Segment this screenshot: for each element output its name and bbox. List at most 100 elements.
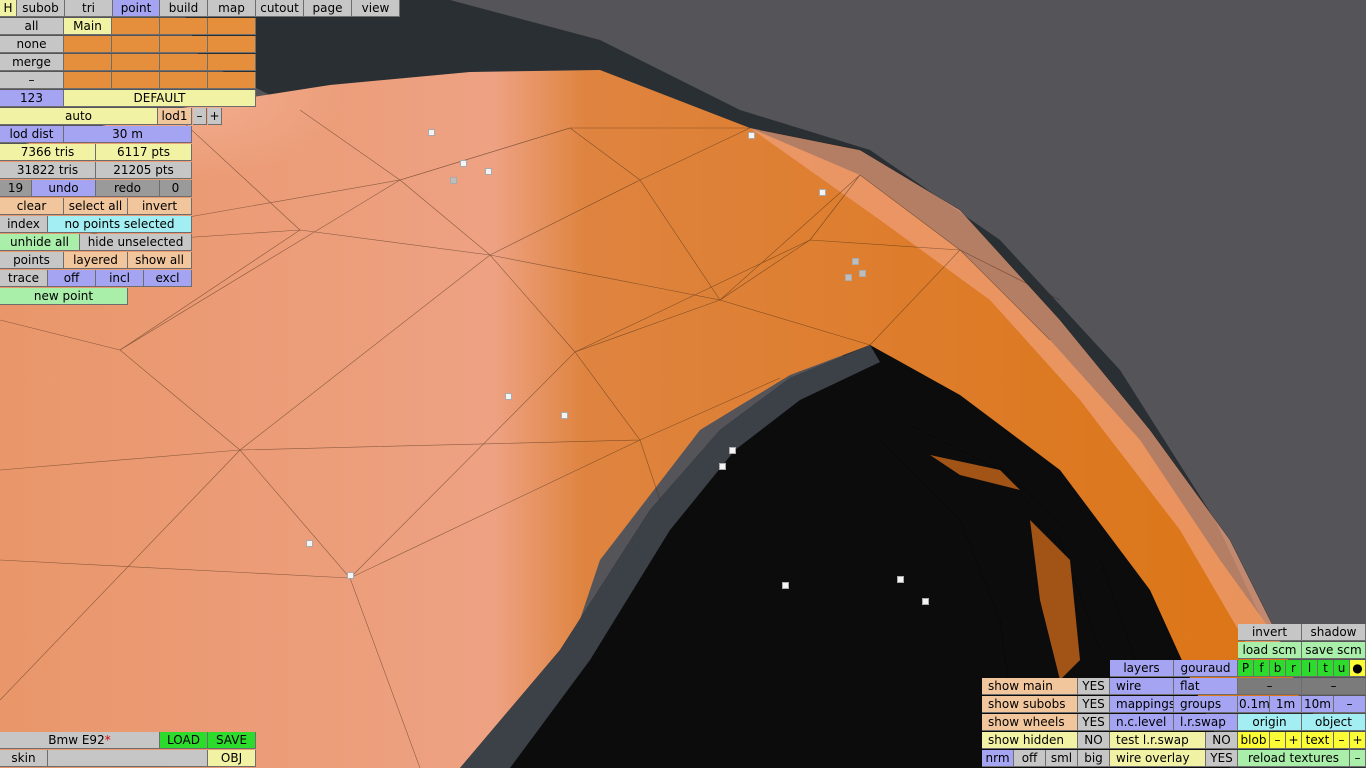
new-point-button[interactable]: new point (0, 288, 128, 305)
mappings-button[interactable]: mappings (1110, 696, 1174, 713)
number-button[interactable]: 123 (0, 90, 64, 107)
hide-unselected-button[interactable]: hide unselected (80, 234, 192, 251)
mesh-point[interactable] (819, 189, 826, 196)
skin-field[interactable] (48, 750, 208, 767)
view-t-button[interactable]: t (1318, 660, 1334, 677)
dash-button-1[interactable]: – (1238, 678, 1302, 695)
normals-off-button[interactable]: off (1014, 750, 1046, 767)
lr-swap-button[interactable]: l.r.swap (1174, 714, 1238, 731)
subob-slot[interactable] (64, 72, 112, 89)
mesh-point[interactable] (922, 598, 929, 605)
help-button[interactable]: H (0, 0, 17, 17)
mesh-point[interactable] (561, 412, 568, 419)
show-all-button[interactable]: show all (128, 252, 192, 269)
subob-main[interactable]: Main (64, 18, 112, 35)
dash-button[interactable]: – (0, 72, 64, 89)
gouraud-button[interactable]: gouraud (1174, 660, 1238, 677)
default-button[interactable]: DEFAULT (64, 90, 256, 107)
subob-slot[interactable] (112, 36, 160, 53)
subob-slot[interactable] (208, 36, 256, 53)
mesh-point[interactable] (782, 582, 789, 589)
obj-button[interactable]: OBJ (208, 750, 256, 767)
layers-button[interactable]: layers (1110, 660, 1174, 677)
show-subobs-toggle[interactable]: YES (1078, 696, 1110, 713)
lod-plus-button[interactable]: + (208, 108, 222, 125)
subob-slot[interactable] (112, 18, 160, 35)
tab-point[interactable]: point (113, 0, 160, 17)
select-all-button[interactable]: select all (64, 198, 128, 215)
view-p-button[interactable]: P (1238, 660, 1254, 677)
show-main-label[interactable]: show main (982, 678, 1078, 695)
subob-slot[interactable] (208, 18, 256, 35)
tab-map[interactable]: map (208, 0, 256, 17)
file-name-field[interactable]: Bmw E92* (0, 732, 160, 749)
skin-button[interactable]: skin (0, 750, 48, 767)
mesh-point[interactable] (729, 447, 736, 454)
view-f-button[interactable]: f (1254, 660, 1270, 677)
normals-nrm-button[interactable]: nrm (982, 750, 1014, 767)
nc-level-button[interactable]: n.c.level (1110, 714, 1174, 731)
mesh-point[interactable] (859, 270, 866, 277)
tab-page[interactable]: page (304, 0, 352, 17)
show-hidden-toggle[interactable]: NO (1078, 732, 1110, 749)
wire-overlay-label[interactable]: wire overlay (1110, 750, 1206, 767)
normals-big-button[interactable]: big (1078, 750, 1110, 767)
invert-view-button[interactable]: invert (1238, 624, 1302, 641)
load-scm-button[interactable]: load scm (1238, 642, 1302, 659)
show-wheels-label[interactable]: show wheels (982, 714, 1078, 731)
trace-excl-button[interactable]: excl (144, 270, 192, 287)
text-minus-button[interactable]: – (1334, 732, 1350, 749)
load-button[interactable]: LOAD (160, 732, 208, 749)
subob-slot[interactable] (112, 54, 160, 71)
mesh-point[interactable] (719, 463, 726, 470)
mesh-point[interactable] (347, 572, 354, 579)
flat-button[interactable]: flat (1174, 678, 1238, 695)
unhide-all-button[interactable]: unhide all (0, 234, 80, 251)
subob-slot[interactable] (64, 54, 112, 71)
subob-slot[interactable] (208, 54, 256, 71)
show-wheels-toggle[interactable]: YES (1078, 714, 1110, 731)
scale-0-1m-button[interactable]: 0.1m (1238, 696, 1270, 713)
lod-dist-value[interactable]: 30 m (64, 126, 192, 143)
mesh-point[interactable] (505, 393, 512, 400)
show-hidden-label[interactable]: show hidden (982, 732, 1078, 749)
none-button[interactable]: none (0, 36, 64, 53)
layered-button[interactable]: layered (64, 252, 128, 269)
test-lr-swap-toggle[interactable]: NO (1206, 732, 1238, 749)
tab-cutout[interactable]: cutout (256, 0, 304, 17)
mesh-point[interactable] (897, 576, 904, 583)
view-b-button[interactable]: b (1270, 660, 1286, 677)
scale-1m-button[interactable]: 1m (1270, 696, 1302, 713)
text-plus-button[interactable]: + (1350, 732, 1366, 749)
view-dot-button[interactable]: ● (1350, 660, 1366, 677)
wire-overlay-toggle[interactable]: YES (1206, 750, 1238, 767)
invert-selection-button[interactable]: invert (128, 198, 192, 215)
points-button[interactable]: points (0, 252, 64, 269)
tab-subob[interactable]: subob (17, 0, 65, 17)
text-button[interactable]: text (1302, 732, 1334, 749)
tab-tri[interactable]: tri (65, 0, 113, 17)
tab-build[interactable]: build (160, 0, 208, 17)
trace-incl-button[interactable]: incl (96, 270, 144, 287)
undo-button[interactable]: undo (32, 180, 96, 197)
dash-button-2[interactable]: – (1302, 678, 1366, 695)
mesh-point[interactable] (852, 258, 859, 265)
scale-10m-button[interactable]: 10m (1302, 696, 1334, 713)
reload-textures-button[interactable]: reload textures (1238, 750, 1350, 767)
object-button[interactable]: object (1302, 714, 1366, 731)
shadow-button[interactable]: shadow (1302, 624, 1366, 641)
wire-button[interactable]: wire (1110, 678, 1174, 695)
mesh-point[interactable] (450, 177, 457, 184)
groups-button[interactable]: groups (1174, 696, 1238, 713)
mesh-point[interactable] (460, 160, 467, 167)
merge-button[interactable]: merge (0, 54, 64, 71)
subob-slot[interactable] (112, 72, 160, 89)
origin-button[interactable]: origin (1238, 714, 1302, 731)
lod1-button[interactable]: lod1 (158, 108, 192, 125)
save-button[interactable]: SAVE (208, 732, 256, 749)
save-scm-button[interactable]: save scm (1302, 642, 1366, 659)
scale-minus-button[interactable]: – (1334, 696, 1366, 713)
subob-slot[interactable] (160, 72, 208, 89)
subob-slot[interactable] (64, 36, 112, 53)
redo-button[interactable]: redo (96, 180, 160, 197)
